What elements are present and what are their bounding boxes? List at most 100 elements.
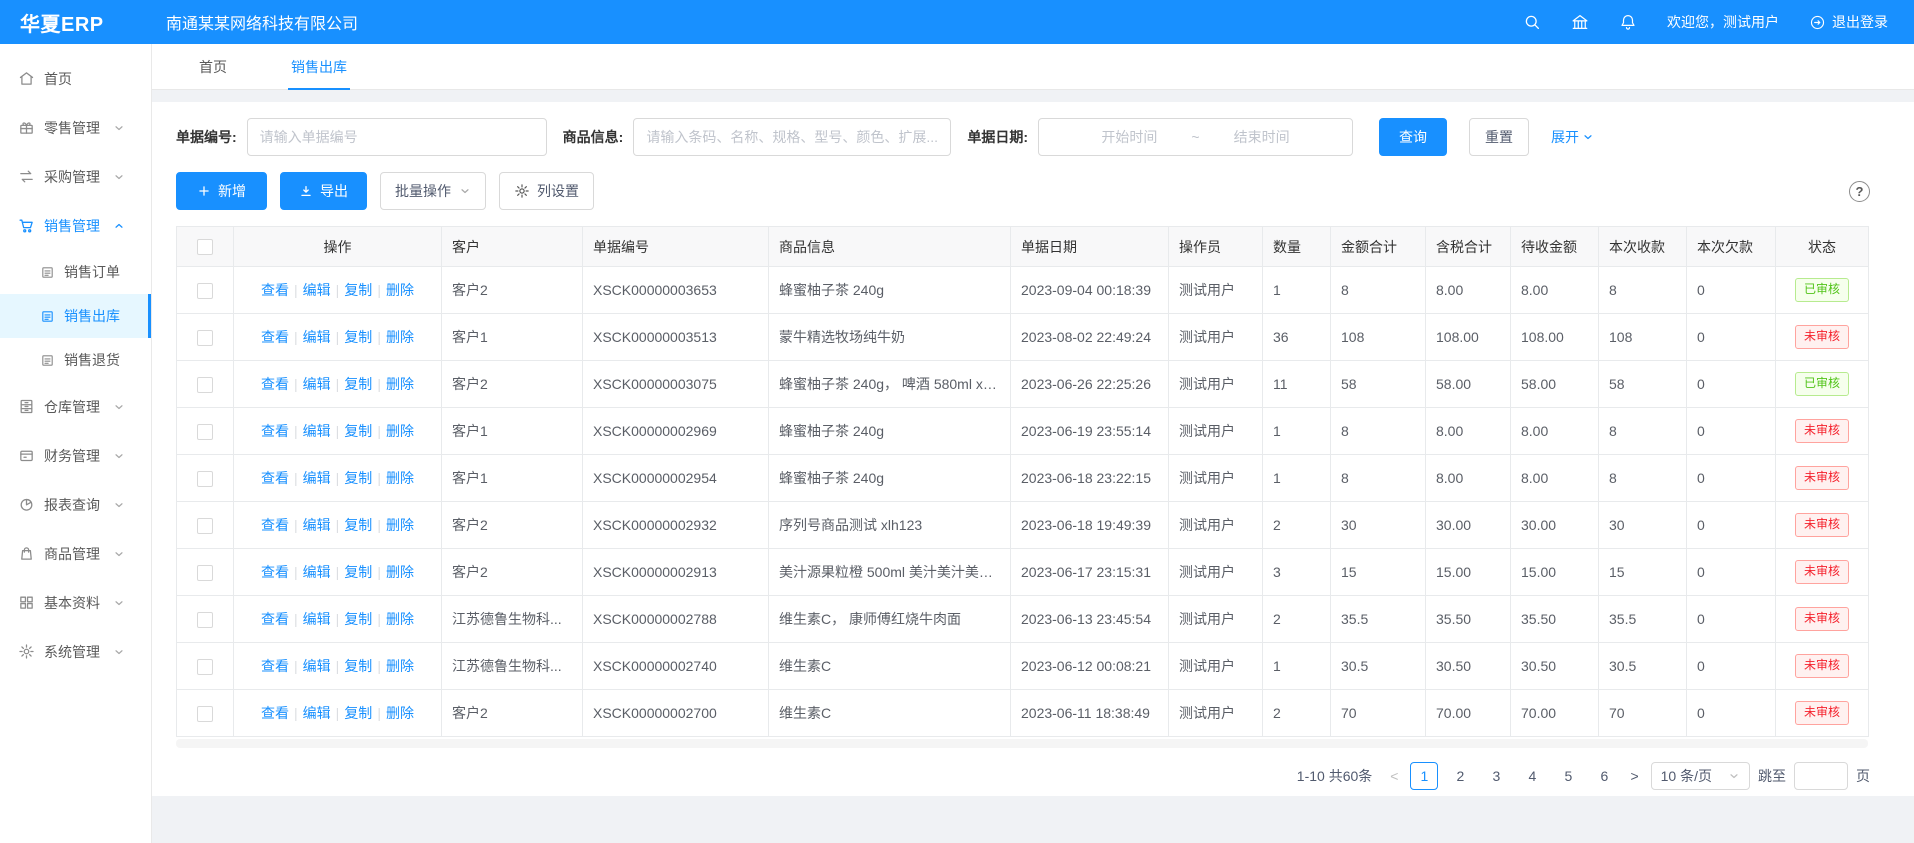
reset-button[interactable]: 重置: [1469, 118, 1529, 156]
date-range-picker[interactable]: ~: [1038, 118, 1353, 156]
row-checkbox[interactable]: [197, 706, 213, 722]
logout-button[interactable]: 退出登录: [1809, 12, 1888, 32]
search-button[interactable]: 查询: [1379, 118, 1447, 156]
help-icon[interactable]: ?: [1849, 181, 1870, 202]
row-checkbox[interactable]: [197, 377, 213, 393]
tab-home[interactable]: 首页: [196, 44, 230, 89]
row-action-edit[interactable]: 编辑: [303, 423, 331, 439]
bank-icon[interactable]: [1571, 13, 1589, 31]
row-action-copy[interactable]: 复制: [344, 705, 372, 721]
search-icon[interactable]: [1523, 13, 1541, 31]
row-action-view[interactable]: 查看: [261, 658, 289, 674]
page-button-4[interactable]: 4: [1518, 762, 1546, 790]
row-action-copy[interactable]: 复制: [344, 423, 372, 439]
row-action-view[interactable]: 查看: [261, 705, 289, 721]
row-action-copy[interactable]: 复制: [344, 658, 372, 674]
sidebar-item-finance-mgmt[interactable]: 财务管理: [0, 431, 151, 480]
table-row: 查看|编辑|复制|删除客户1XSCK00000002969蜂蜜柚子茶 240g2…: [177, 408, 1869, 455]
row-action-edit[interactable]: 编辑: [303, 470, 331, 486]
prev-page-button[interactable]: <: [1386, 768, 1402, 784]
date-start-input[interactable]: [1071, 128, 1187, 146]
row-checkbox[interactable]: [197, 659, 213, 675]
row-action-view[interactable]: 查看: [261, 564, 289, 580]
row-action-view[interactable]: 查看: [261, 611, 289, 627]
row-action-edit[interactable]: 编辑: [303, 376, 331, 392]
sidebar-item-system-mgmt[interactable]: 系统管理: [0, 627, 151, 676]
date-end-input[interactable]: [1204, 128, 1320, 146]
page-button-3[interactable]: 3: [1482, 762, 1510, 790]
row-action-copy[interactable]: 复制: [344, 282, 372, 298]
sidebar-item-sales-mgmt[interactable]: 销售管理: [0, 201, 151, 250]
page-button-6[interactable]: 6: [1590, 762, 1618, 790]
page-size-select[interactable]: 10 条/页: [1651, 762, 1750, 790]
row-action-copy[interactable]: 复制: [344, 564, 372, 580]
row-action-delete[interactable]: 删除: [386, 611, 414, 627]
row-action-copy[interactable]: 复制: [344, 470, 372, 486]
row-action-delete[interactable]: 删除: [386, 329, 414, 345]
jump-page-input[interactable]: [1794, 762, 1848, 790]
row-action-copy[interactable]: 复制: [344, 517, 372, 533]
page-button-2[interactable]: 2: [1446, 762, 1474, 790]
export-button[interactable]: 导出: [280, 172, 367, 210]
row-action-view[interactable]: 查看: [261, 470, 289, 486]
row-action-copy[interactable]: 复制: [344, 376, 372, 392]
row-action-delete[interactable]: 删除: [386, 705, 414, 721]
cell-product-info: 美汁源果粒橙 500ml 美汁美汁美汁...: [769, 549, 1011, 596]
sidebar-item-retail-mgmt[interactable]: 零售管理: [0, 103, 151, 152]
row-action-delete[interactable]: 删除: [386, 282, 414, 298]
horizontal-scrollbar[interactable]: [176, 739, 1868, 748]
row-action-delete[interactable]: 删除: [386, 376, 414, 392]
page-button-1[interactable]: 1: [1410, 762, 1438, 790]
row-checkbox[interactable]: [197, 471, 213, 487]
row-checkbox[interactable]: [197, 612, 213, 628]
row-action-delete[interactable]: 删除: [386, 470, 414, 486]
row-action-edit[interactable]: 编辑: [303, 282, 331, 298]
bell-icon[interactable]: [1619, 13, 1637, 31]
row-action-copy[interactable]: 复制: [344, 329, 372, 345]
status-badge: 未审核: [1795, 701, 1849, 725]
row-checkbox[interactable]: [197, 330, 213, 346]
sidebar-item-sales-order[interactable]: 销售订单: [0, 250, 151, 294]
column-header: 本次欠款: [1687, 227, 1776, 267]
expand-link[interactable]: 展开: [1551, 127, 1594, 147]
sidebar-item-basic-data[interactable]: 基本资料: [0, 578, 151, 627]
row-action-delete[interactable]: 删除: [386, 423, 414, 439]
sidebar-item-report-query[interactable]: 报表查询: [0, 480, 151, 529]
row-action-view[interactable]: 查看: [261, 329, 289, 345]
row-action-edit[interactable]: 编辑: [303, 705, 331, 721]
row-checkbox[interactable]: [197, 518, 213, 534]
row-action-delete[interactable]: 删除: [386, 658, 414, 674]
row-action-edit[interactable]: 编辑: [303, 564, 331, 580]
row-action-edit[interactable]: 编辑: [303, 329, 331, 345]
row-checkbox[interactable]: [197, 565, 213, 581]
sidebar-item-purchase-mgmt[interactable]: 采购管理: [0, 152, 151, 201]
column-settings-button[interactable]: 列设置: [499, 172, 594, 210]
sidebar-item-goods-mgmt[interactable]: 商品管理: [0, 529, 151, 578]
row-action-view[interactable]: 查看: [261, 282, 289, 298]
row-action-delete[interactable]: 删除: [386, 517, 414, 533]
row-checkbox[interactable]: [197, 424, 213, 440]
next-page-button[interactable]: >: [1626, 768, 1642, 784]
row-action-copy[interactable]: 复制: [344, 611, 372, 627]
row-action-view[interactable]: 查看: [261, 517, 289, 533]
tab-sales-outbound[interactable]: 销售出库: [288, 44, 350, 89]
add-button[interactable]: 新增: [176, 172, 267, 210]
row-action-edit[interactable]: 编辑: [303, 658, 331, 674]
product-input[interactable]: [633, 118, 951, 156]
row-action-edit[interactable]: 编辑: [303, 611, 331, 627]
bill-no-input[interactable]: [247, 118, 547, 156]
sidebar-item-home[interactable]: 首页: [0, 54, 151, 103]
row-action-view[interactable]: 查看: [261, 423, 289, 439]
cell-amount-total: 15: [1331, 549, 1426, 596]
page-button-5[interactable]: 5: [1554, 762, 1582, 790]
row-checkbox[interactable]: [197, 283, 213, 299]
row-action-view[interactable]: 查看: [261, 376, 289, 392]
sidebar-item-sales-outbound[interactable]: 销售出库: [0, 294, 151, 338]
column-header: 单据日期: [1011, 227, 1169, 267]
select-all-checkbox[interactable]: [197, 239, 213, 255]
row-action-delete[interactable]: 删除: [386, 564, 414, 580]
row-action-edit[interactable]: 编辑: [303, 517, 331, 533]
batch-actions-button[interactable]: 批量操作: [380, 172, 486, 210]
sidebar-item-warehouse-mgmt[interactable]: 仓库管理: [0, 382, 151, 431]
sidebar-item-sales-return[interactable]: 销售退货: [0, 338, 151, 382]
